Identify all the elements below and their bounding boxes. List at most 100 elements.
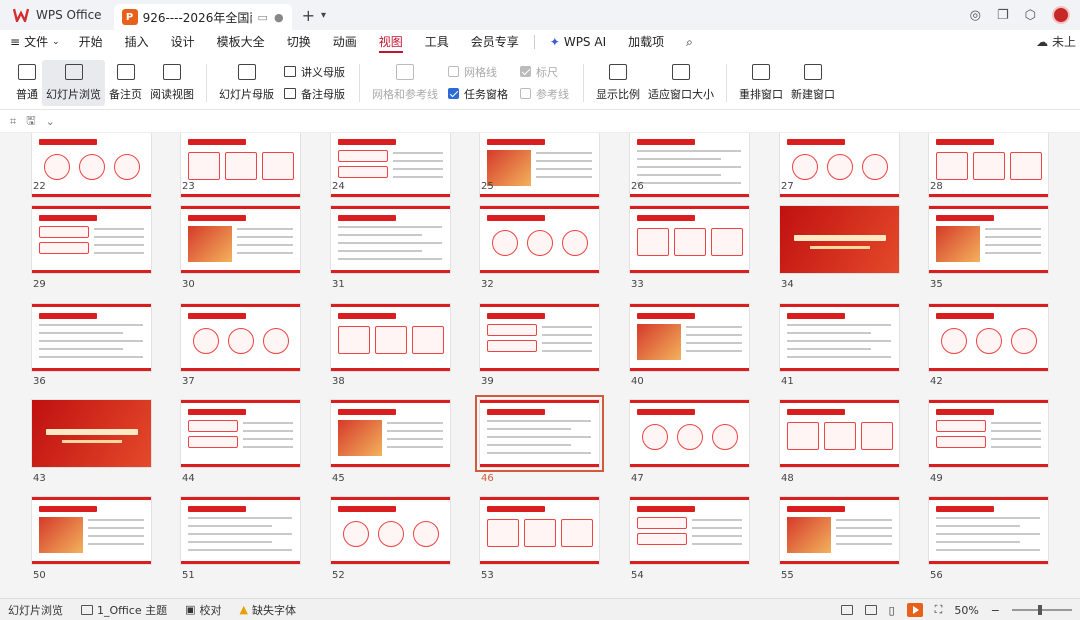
play-slideshow-icon[interactable] <box>906 603 923 617</box>
menu-view[interactable]: 视图 <box>368 30 414 54</box>
zoom-slider-knob[interactable] <box>1038 605 1042 615</box>
slide-thumbnail[interactable] <box>928 399 1049 468</box>
cube-icon[interactable]: ⬡ <box>1025 8 1036 23</box>
slide-sorter-button[interactable]: 幻灯片浏览 <box>42 59 105 106</box>
slide-thumbnail[interactable] <box>330 496 451 565</box>
close-tab-icon[interactable]: ● <box>274 11 284 24</box>
slide-thumbnail[interactable] <box>31 303 152 372</box>
grid-guides-label: 网格和参考线 <box>372 87 438 101</box>
normal-view-button[interactable]: 普通 <box>12 60 42 106</box>
zoom-out-icon[interactable]: − <box>991 604 1000 617</box>
slide-thumbnail[interactable] <box>180 303 301 372</box>
slide-thumbnail[interactable] <box>330 205 451 274</box>
wps-home-tab[interactable]: WPS Office <box>0 0 114 30</box>
slide-thumbnail[interactable] <box>629 496 750 565</box>
gridlines-checkbox[interactable]: 网格线 <box>448 64 508 80</box>
zoom-ratio-button[interactable]: 显示比例 <box>592 60 644 106</box>
crop-icon[interactable]: ⌗ <box>10 115 16 129</box>
colorful-circle-icon[interactable]: ◎ <box>970 8 981 23</box>
save-icon[interactable]: 🖫 <box>26 112 35 131</box>
slide-number: 24 <box>332 181 345 192</box>
slide-thumbnail[interactable] <box>779 399 900 468</box>
slide-thumbnail[interactable] <box>479 303 600 372</box>
user-avatar[interactable] <box>1052 6 1070 24</box>
task-pane-checkbox[interactable]: 任务窗格 <box>448 86 508 102</box>
slide-thumbnail[interactable] <box>928 303 1049 372</box>
status-missing-font[interactable]: ▲ 缺失字体 <box>240 602 296 618</box>
notes-master-button[interactable]: 备注母版 <box>284 86 345 102</box>
slide-number: 25 <box>481 181 494 192</box>
slide-thumbnail[interactable] <box>779 303 900 372</box>
tab-dropdown-icon[interactable]: ▾ <box>321 10 326 21</box>
cloud-status[interactable]: ☁ 未上 <box>1036 30 1076 54</box>
menu-templates[interactable]: 模板大全 <box>206 30 276 54</box>
monitor-icon[interactable]: ▭ <box>258 11 268 24</box>
new-window-button[interactable]: 新建窗口 <box>787 60 839 106</box>
slide-number: 38 <box>332 376 345 387</box>
normal-view-status-icon[interactable] <box>840 605 853 615</box>
slide-thumbnail[interactable] <box>779 133 900 198</box>
slide-thumbnail[interactable] <box>330 133 451 198</box>
menu-tools[interactable]: 工具 <box>414 30 460 54</box>
zoom-ratio-label: 显示比例 <box>596 87 640 101</box>
menu-divider <box>533 35 535 49</box>
status-theme[interactable]: 1_Office 主题 <box>81 602 167 618</box>
slide-thumbnail[interactable] <box>479 496 600 565</box>
slide-thumbnail[interactable] <box>31 496 152 565</box>
rearrange-window-button[interactable]: 重排窗口 <box>735 60 787 106</box>
ruler-checkbox[interactable]: 标尺 <box>520 64 569 80</box>
search-icon[interactable]: ⌕ <box>675 30 704 54</box>
handout-master-button[interactable]: 讲义母版 <box>284 64 345 80</box>
slide-thumbnail[interactable] <box>928 496 1049 565</box>
slide-thumbnail[interactable] <box>479 205 600 274</box>
task-pane-check-icon <box>448 88 459 99</box>
notes-page-button[interactable]: 备注页 <box>105 60 146 106</box>
slide-thumbnail[interactable] <box>180 399 301 468</box>
slide-thumbnail[interactable] <box>180 496 301 565</box>
slide-thumbnail[interactable] <box>31 205 152 274</box>
guides-checkbox[interactable]: 参考线 <box>520 86 569 102</box>
slide-number: 49 <box>930 473 943 484</box>
menu-member[interactable]: 会员专享 <box>460 30 530 54</box>
slide-thumbnail[interactable] <box>629 205 750 274</box>
slide-thumbnail[interactable] <box>31 399 152 468</box>
menu-insert[interactable]: 插入 <box>114 30 160 54</box>
menu-addons[interactable]: 加载项 <box>617 30 675 54</box>
menu-animations[interactable]: 动画 <box>322 30 368 54</box>
slide-thumbnail[interactable] <box>475 395 604 472</box>
status-proof[interactable]: ▣ 校对 <box>185 602 221 618</box>
fit-screen-icon[interactable]: ⛶ <box>935 603 943 617</box>
menu-wps-ai[interactable]: ✦ WPS AI <box>539 30 617 54</box>
zoom-level[interactable]: 50% <box>954 604 978 617</box>
fit-window-button[interactable]: 适应窗口大小 <box>644 60 718 106</box>
window-restore-icon[interactable]: ❐ <box>997 8 1009 23</box>
slide-thumbnail[interactable] <box>779 205 900 274</box>
slide-thumbnail[interactable] <box>330 399 451 468</box>
slide-thumbnail[interactable] <box>629 399 750 468</box>
zoom-slider[interactable] <box>1012 605 1072 615</box>
slide-thumbnail[interactable] <box>479 133 600 198</box>
slide-thumbnail[interactable] <box>629 133 750 198</box>
chevron-down-icon[interactable]: ⌄ <box>46 115 55 128</box>
slide-thumbnail[interactable] <box>330 303 451 372</box>
reading-view-status-icon[interactable]: ▯ <box>889 604 895 617</box>
slide-master-button[interactable]: 幻灯片母版 <box>215 60 278 106</box>
slide-sorter-status-icon[interactable] <box>864 605 877 615</box>
menu-design[interactable]: 设计 <box>160 30 206 54</box>
slide-number: 43 <box>33 473 46 484</box>
menu-home[interactable]: 开始 <box>68 30 114 54</box>
slide-thumbnail[interactable] <box>629 303 750 372</box>
grid-guides-button[interactable]: 网格和参考线 <box>368 60 442 106</box>
reading-view-button[interactable]: 阅读视图 <box>146 60 198 106</box>
menu-file[interactable]: ≡ 文件 ⌄ <box>0 30 68 54</box>
slide-thumbnail[interactable] <box>180 133 301 198</box>
slide-number: 32 <box>481 279 494 290</box>
slide-thumbnail[interactable] <box>928 205 1049 274</box>
slide-thumbnail[interactable] <box>928 133 1049 198</box>
menu-transitions[interactable]: 切换 <box>276 30 322 54</box>
slide-thumbnail[interactable] <box>779 496 900 565</box>
slide-thumbnail[interactable] <box>31 133 152 198</box>
new-tab-button[interactable]: + <box>302 6 315 25</box>
document-tab[interactable]: P 926----2026年全国两会.ppt ▭ ● <box>113 4 292 30</box>
slide-thumbnail[interactable] <box>180 205 301 274</box>
